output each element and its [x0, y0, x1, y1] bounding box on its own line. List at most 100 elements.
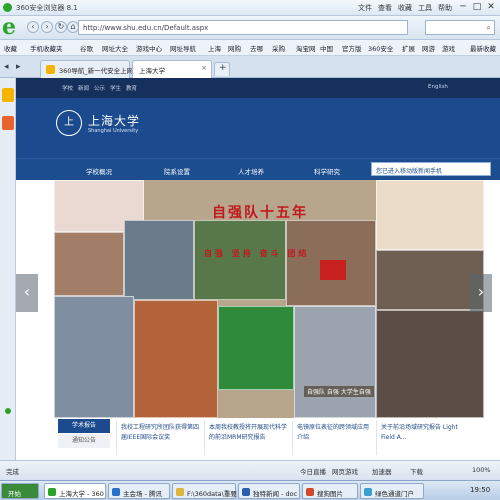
- banner-prev-arrow-icon[interactable]: ‹: [16, 274, 38, 312]
- banner-photo: [134, 300, 218, 418]
- favorite-item[interactable]: 网址导航: [170, 43, 196, 53]
- tab-favicon-icon: [46, 65, 55, 74]
- sidebar-status-icon: [5, 408, 11, 414]
- nav-item[interactable]: 学校概况: [86, 166, 112, 176]
- status-link[interactable]: 今日直播: [300, 466, 326, 476]
- sidebar-app-icon[interactable]: [2, 116, 14, 130]
- banner-photo: [376, 310, 484, 418]
- favorite-item[interactable]: 收藏: [4, 43, 17, 53]
- tab-close-icon[interactable]: ×: [201, 64, 207, 72]
- mobile-version-box[interactable]: 您已进入移动版新闻手机: [371, 162, 491, 176]
- news-section: 学术报告 通知公告 我校工程研究所团队获得第四届IEEE国际会议奖 本周我校教授…: [54, 418, 484, 460]
- favorite-item[interactable]: 去哪: [250, 43, 263, 53]
- start-button[interactable]: 开始: [1, 483, 39, 499]
- top-link[interactable]: 学校: [62, 84, 73, 92]
- taskbar-item[interactable]: 绿色通道门户: [360, 483, 424, 499]
- news-item[interactable]: 关于前沿场域研究报告 Light Field A...: [376, 421, 466, 455]
- back-button[interactable]: ‹: [27, 21, 39, 33]
- menu-file[interactable]: 文件: [358, 3, 372, 13]
- sidebar-favorites-icon[interactable]: [2, 88, 14, 102]
- english-link[interactable]: English: [428, 84, 448, 90]
- tab-notices[interactable]: 通知公告: [58, 434, 110, 448]
- status-link[interactable]: 加速器: [372, 466, 392, 476]
- menu-tools[interactable]: 工具: [418, 3, 432, 13]
- site-top-bar: 学校 新闻 公示 学生 教育 English: [16, 78, 500, 98]
- menu-view[interactable]: 查看: [378, 3, 392, 13]
- news-item[interactable]: 本周我校教授将开展现代科学的前沿MRM研究报告: [204, 421, 292, 455]
- favorite-item[interactable]: 最新收藏: [470, 43, 496, 53]
- taskbar-item[interactable]: 主会场 - 腾讯: [108, 483, 170, 499]
- favorite-item[interactable]: 谷歌: [80, 43, 93, 53]
- forward-button[interactable]: ›: [41, 21, 53, 33]
- search-input[interactable]: ⌕: [425, 20, 495, 35]
- university-name-en: Shanghai University: [88, 128, 139, 134]
- university-logo[interactable]: 上: [56, 110, 82, 136]
- maximize-button[interactable]: □: [470, 1, 484, 13]
- favorite-item[interactable]: 采购: [272, 43, 285, 53]
- taskbar-app-icon: [242, 488, 250, 496]
- tab-360-nav[interactable]: 360导航_新一代安全上网导航: [40, 60, 146, 78]
- university-name: 上海大学: [88, 114, 141, 128]
- taskbar-item-label: F:\360data\重要: [187, 490, 237, 498]
- top-link[interactable]: 学生: [110, 84, 121, 92]
- nav-item[interactable]: 院系设置: [164, 166, 190, 176]
- status-link[interactable]: 下载: [410, 466, 423, 476]
- top-link[interactable]: 新闻: [78, 84, 89, 92]
- favorite-item[interactable]: 游戏中心: [136, 43, 162, 53]
- window-title-bar: 360安全浏览器 8.1 文件 查看 收藏 工具 帮助 ─ □ ✕: [0, 0, 500, 16]
- banner-photo: [376, 250, 484, 310]
- hero-banner[interactable]: 自强队十五年 自强 坚持 奋斗 团结 自强队 自强 大学生自强: [54, 180, 484, 418]
- news-item[interactable]: 电镜原位表征的跨领域应用介绍: [292, 421, 376, 455]
- status-text: 完成: [6, 468, 19, 476]
- os-taskbar: 开始 上海大学 - 360 主会场 - 腾讯 F:\360data\重要 独特新…: [0, 480, 500, 500]
- web-page: 学校 新闻 公示 学生 教育 English 上 上海大学 Shanghai U…: [16, 78, 500, 460]
- address-toolbar: e ‹ › ↻ ⌂ http://www.shu.edu.cn/Default.…: [0, 16, 500, 40]
- taskbar-item-label: 独特新闻 - doc: [253, 490, 298, 498]
- zoom-level[interactable]: 100%: [472, 466, 491, 474]
- favorite-item[interactable]: 网购: [228, 43, 241, 53]
- favorite-item[interactable]: 游戏: [442, 43, 455, 53]
- close-button[interactable]: ✕: [484, 1, 498, 13]
- favorite-item[interactable]: 手机收藏夹: [30, 43, 63, 53]
- refresh-button[interactable]: ↻: [55, 21, 67, 33]
- top-link[interactable]: 公示: [94, 84, 105, 92]
- minimize-button[interactable]: ─: [456, 1, 470, 13]
- tab-list-icon[interactable]: ◂: [4, 62, 9, 72]
- taskbar-item[interactable]: F:\360data\重要: [172, 483, 237, 499]
- favorite-item[interactable]: 上海: [208, 43, 221, 53]
- banner-caption: 自强队 自强 大学生自强: [304, 386, 374, 397]
- search-icon: ⌕: [486, 23, 491, 32]
- news-item[interactable]: 我校工程研究所团队获得第四届IEEE国际会议奖: [116, 421, 204, 455]
- favorite-item[interactable]: 中国: [320, 43, 333, 53]
- favorite-item[interactable]: 淘宝网: [296, 43, 316, 53]
- url-input[interactable]: http://www.shu.edu.cn/Default.aspx: [78, 20, 408, 35]
- favorites-bar: 收藏 手机收藏夹 谷歌 网址大全 游戏中心 网址导航 上海 网购 去哪 采购 淘…: [0, 40, 500, 56]
- tab-academic-reports[interactable]: 学术报告: [58, 419, 110, 433]
- taskbar-item-label: 上海大学 - 360: [59, 490, 104, 498]
- clock[interactable]: 19:50: [470, 486, 490, 494]
- favorite-item[interactable]: 网址大全: [102, 43, 128, 53]
- nav-item[interactable]: 人才培养: [238, 166, 264, 176]
- favorite-item[interactable]: 官方版: [342, 43, 362, 53]
- banner-photo: [376, 180, 484, 250]
- tab-menu-icon[interactable]: ▸: [16, 62, 21, 72]
- favorite-item[interactable]: 扩展: [402, 43, 415, 53]
- menu-favorites[interactable]: 收藏: [398, 3, 412, 13]
- status-link[interactable]: 网页游戏: [332, 466, 358, 476]
- url-text: http://www.shu.edu.cn/Default.aspx: [83, 24, 209, 32]
- banner-next-arrow-icon[interactable]: ›: [470, 274, 492, 312]
- taskbar-app-icon: [364, 488, 372, 496]
- favorite-item[interactable]: 网游: [422, 43, 435, 53]
- taskbar-item[interactable]: 搜狗图片: [302, 483, 358, 499]
- status-bar: 完成 今日直播 网页游戏 加速器 下载 100%: [0, 460, 500, 480]
- left-sidebar: [0, 78, 16, 460]
- taskbar-item[interactable]: 独特新闻 - doc: [238, 483, 300, 499]
- taskbar-item[interactable]: 上海大学 - 360: [44, 483, 106, 499]
- banner-photo: [54, 296, 134, 418]
- favorite-item[interactable]: 360安全: [368, 43, 393, 53]
- nav-item[interactable]: 科学研究: [314, 166, 340, 176]
- tab-shanghai-university[interactable]: 上海大学 ×: [132, 60, 212, 78]
- top-link[interactable]: 教育: [126, 84, 137, 92]
- new-tab-button[interactable]: +: [214, 62, 230, 76]
- menu-help[interactable]: 帮助: [438, 3, 452, 13]
